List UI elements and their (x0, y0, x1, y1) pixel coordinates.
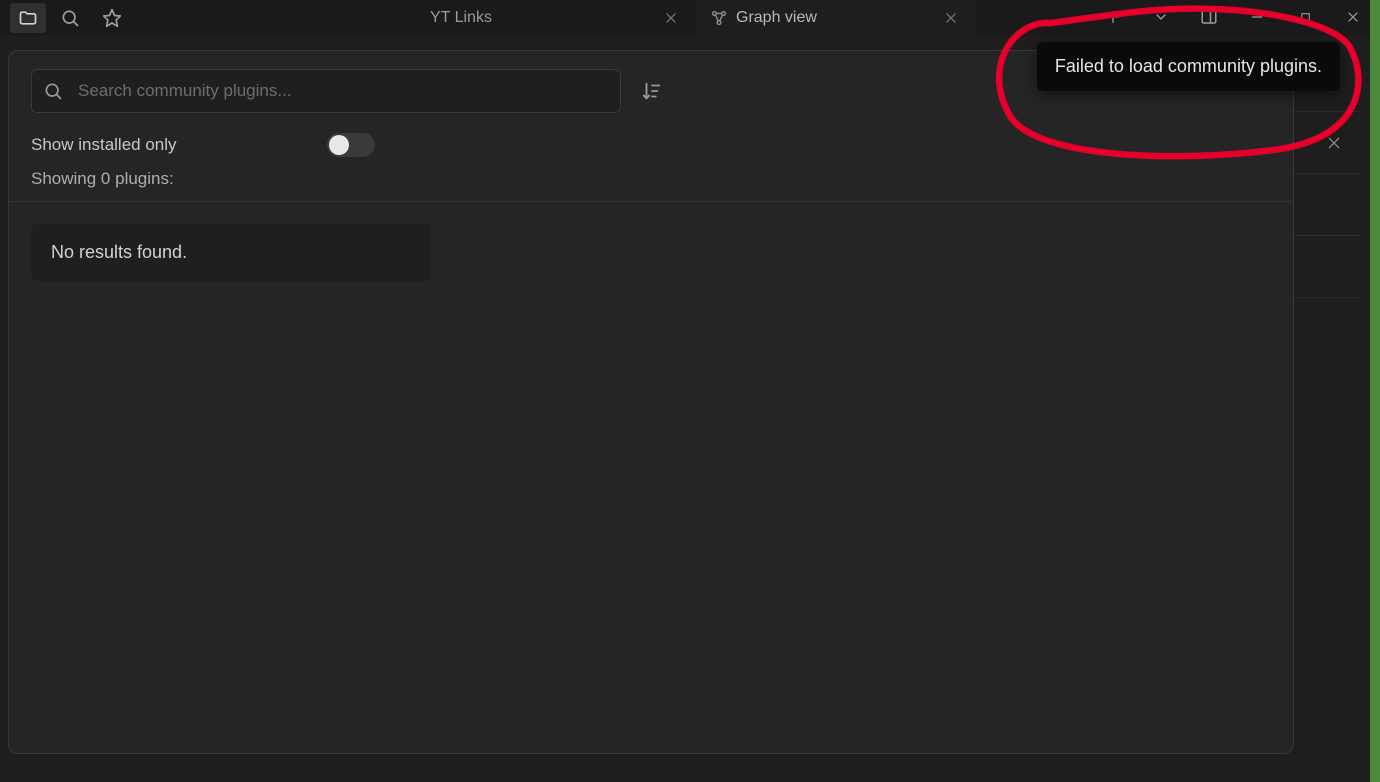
maximize-icon[interactable] (1282, 0, 1328, 34)
star-icon[interactable] (94, 3, 130, 33)
right-panel-row (1290, 298, 1360, 360)
tab-yt-links[interactable]: YT Links (416, 0, 696, 36)
tab-label: Graph view (736, 9, 932, 27)
search-icon (43, 81, 63, 101)
sort-button[interactable] (641, 80, 663, 102)
tab-label: YT Links (430, 9, 652, 27)
no-results-message: No results found. (31, 224, 431, 281)
right-panel-close[interactable] (1290, 112, 1360, 174)
installed-only-toggle[interactable] (327, 133, 375, 157)
close-icon[interactable] (940, 9, 962, 27)
minimize-icon[interactable] (1234, 0, 1280, 34)
tab-bar: YT Links Graph view (416, 0, 976, 36)
left-icon-group (0, 3, 130, 33)
error-toast: Failed to load community plugins. (1037, 42, 1340, 91)
window-controls (1090, 0, 1376, 34)
chevron-down-icon[interactable] (1138, 0, 1184, 34)
search-icon[interactable] (52, 3, 88, 33)
installed-only-label: Show installed only (31, 135, 177, 155)
right-panel-row (1290, 236, 1360, 298)
community-plugins-modal: Show installed only Showing 0 plugins: N… (8, 50, 1294, 754)
tab-graph-view[interactable]: Graph view (696, 0, 976, 36)
plugin-count-text: Showing 0 plugins: (31, 169, 1271, 189)
sidebar-toggle-icon[interactable] (1186, 0, 1232, 34)
right-panel-row (1290, 174, 1360, 236)
toast-message: Failed to load community plugins. (1055, 56, 1322, 76)
graph-icon (710, 9, 728, 27)
files-icon[interactable] (10, 3, 46, 33)
installed-only-row: Show installed only (31, 133, 1271, 157)
search-input[interactable] (31, 69, 621, 113)
modal-body: No results found. (9, 202, 1293, 303)
close-icon[interactable] (660, 9, 682, 27)
new-tab-icon[interactable] (1090, 0, 1136, 34)
search-input-wrap (31, 69, 621, 113)
titlebar: YT Links Graph view (0, 0, 1380, 36)
scrollbar-region[interactable] (1370, 0, 1380, 782)
right-sidebar (1290, 50, 1360, 750)
